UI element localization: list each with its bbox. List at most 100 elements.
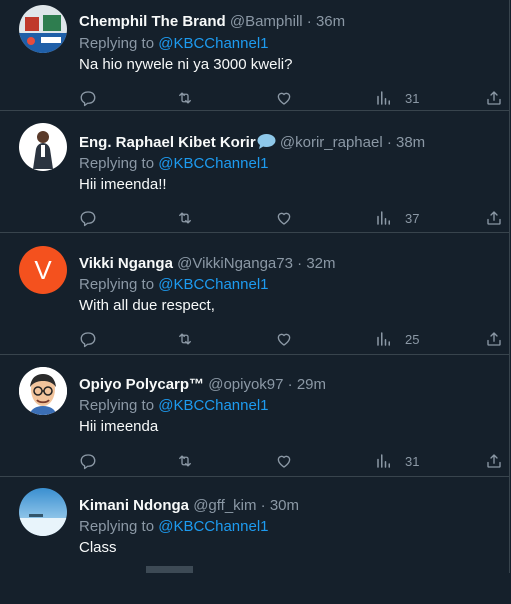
avatar[interactable] <box>19 367 67 415</box>
tweet-text: Hii imeenda!! <box>79 176 167 193</box>
share-icon <box>487 332 501 346</box>
retweet-button[interactable] <box>176 329 194 349</box>
reply-feed: Chemphil The Brand @Bamphill · 36m Reply… <box>0 0 509 604</box>
views-count: 31 <box>405 453 420 469</box>
share-button[interactable] <box>485 451 503 471</box>
reply-icon <box>80 454 96 470</box>
heart-icon <box>277 92 291 105</box>
tweet-header: Kimani Ndonga @gff_kim · 30m <box>79 496 299 516</box>
views-button[interactable]: 25 <box>375 329 419 349</box>
retweet-button[interactable] <box>176 208 194 228</box>
replying-prefix: Replying to <box>79 276 155 293</box>
timestamp[interactable]: 36m <box>316 13 345 30</box>
reply-icon <box>80 91 96 107</box>
avatar[interactable]: V <box>19 246 67 294</box>
reply-button[interactable] <box>79 88 97 108</box>
share-button[interactable] <box>485 208 503 228</box>
author-name[interactable]: Vikki Nganga <box>79 255 173 272</box>
separator-dot: · <box>386 134 392 151</box>
retweet-button[interactable] <box>176 451 194 471</box>
views-count: 31 <box>405 90 420 106</box>
tweet[interactable]: V Vikki Nganga @VikkiNganga73 · 32m Repl… <box>0 234 509 355</box>
author-name[interactable]: Eng. Raphael Kibet Korir <box>79 134 256 151</box>
tweet[interactable]: Eng. Raphael Kibet Korir @korir_raphael … <box>0 112 509 233</box>
author-handle[interactable]: @gff_kim <box>193 497 256 514</box>
horizontal-scrollbar-thumb[interactable] <box>146 566 193 573</box>
retweet-button[interactable] <box>176 88 194 108</box>
replying-to: Replying to @KBCChannel1 <box>79 275 269 295</box>
avatar-photo <box>19 5 67 53</box>
share-icon <box>487 454 501 468</box>
tweet[interactable]: Kimani Ndonga @gff_kim · 30m Replying to… <box>0 478 509 598</box>
like-button[interactable] <box>275 208 293 228</box>
author-handle[interactable]: @VikkiNganga73 <box>177 255 293 272</box>
avatar-photo <box>19 488 67 536</box>
tweet-actions: 31 <box>79 88 503 108</box>
replying-to: Replying to @KBCChannel1 <box>79 396 269 416</box>
mention-link[interactable]: @KBCChannel1 <box>158 518 268 535</box>
replying-prefix: Replying to <box>79 35 155 52</box>
timestamp[interactable]: 29m <box>297 376 326 393</box>
share-icon <box>487 211 501 225</box>
views-count: 37 <box>405 210 420 226</box>
timestamp[interactable]: 38m <box>396 134 425 151</box>
author-handle[interactable]: @Bamphill <box>230 13 303 30</box>
avatar[interactable] <box>19 5 67 53</box>
retweet-icon <box>179 455 191 467</box>
tweet-actions: 25 <box>79 329 503 349</box>
separator-dot: · <box>287 376 293 393</box>
views-button[interactable]: 37 <box>375 208 419 228</box>
share-icon <box>487 91 501 105</box>
tweet-header: Chemphil The Brand @Bamphill · 36m <box>79 12 345 32</box>
separator-dot: · <box>306 13 312 30</box>
author-name[interactable]: Chemphil The Brand <box>79 13 226 30</box>
separator-dot: · <box>297 255 303 272</box>
author-name[interactable]: Opiyo Polycarp™ <box>79 376 204 393</box>
heart-icon <box>277 212 291 225</box>
like-button[interactable] <box>275 329 293 349</box>
tweet-actions: 31 <box>79 451 503 471</box>
avatar[interactable] <box>19 488 67 536</box>
timestamp[interactable]: 30m <box>270 497 299 514</box>
avatar-cartoon <box>19 367 67 415</box>
tweet[interactable]: Chemphil The Brand @Bamphill · 36m Reply… <box>0 0 509 111</box>
tweet-text: Hii imeenda <box>79 418 159 435</box>
views-icon <box>377 332 390 346</box>
tweet-text: With all due respect, <box>79 297 215 314</box>
replying-prefix: Replying to <box>79 518 155 535</box>
like-button[interactable] <box>275 88 293 108</box>
retweet-icon <box>179 333 191 345</box>
share-button[interactable] <box>485 88 503 108</box>
mention-link[interactable]: @KBCChannel1 <box>158 35 268 52</box>
speech-bubble-emoji-icon <box>257 133 276 156</box>
retweet-icon <box>179 92 191 104</box>
author-name[interactable]: Kimani Ndonga <box>79 497 189 514</box>
tweet-text: Na hio nywele ni ya 3000 kweli? <box>79 56 293 73</box>
views-icon <box>377 91 390 105</box>
avatar[interactable] <box>19 123 67 171</box>
views-count: 25 <box>405 331 420 347</box>
views-button[interactable]: 31 <box>375 88 419 108</box>
column-border <box>509 0 510 573</box>
reply-button[interactable] <box>79 451 97 471</box>
mention-link[interactable]: @KBCChannel1 <box>158 276 268 293</box>
replying-prefix: Replying to <box>79 397 155 414</box>
tweet-text: Class <box>79 539 117 556</box>
reply-icon <box>80 211 96 227</box>
retweet-icon <box>179 212 191 224</box>
views-icon <box>377 454 390 468</box>
mention-link[interactable]: @KBCChannel1 <box>158 155 268 172</box>
mention-link[interactable]: @KBCChannel1 <box>158 397 268 414</box>
tweet[interactable]: Opiyo Polycarp™ @opiyok97 · 29m Replying… <box>0 356 509 477</box>
reply-button[interactable] <box>79 208 97 228</box>
heart-icon <box>277 333 291 346</box>
share-button[interactable] <box>485 329 503 349</box>
reply-button[interactable] <box>79 329 97 349</box>
author-handle[interactable]: @opiyok97 <box>208 376 283 393</box>
author-handle[interactable]: @korir_raphael <box>280 134 383 151</box>
views-button[interactable]: 31 <box>375 451 419 471</box>
replying-to: Replying to @KBCChannel1 <box>79 517 269 537</box>
heart-icon <box>277 455 291 468</box>
timestamp[interactable]: 32m <box>306 255 335 272</box>
like-button[interactable] <box>275 451 293 471</box>
